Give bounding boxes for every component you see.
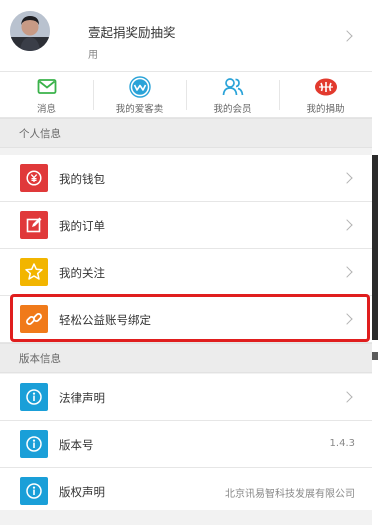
menu-item-label: 我的订单 [59, 219, 105, 233]
section-header-personal: 个人信息 [0, 118, 372, 148]
copyright-holder: 北京讯易智科技发展有限公司 [225, 489, 355, 500]
members-icon [221, 76, 245, 98]
donation-icon [314, 76, 338, 98]
menu-item-label: 我的关注 [59, 266, 105, 280]
highlight-box [10, 294, 370, 342]
page-bottom-spacer [0, 510, 372, 525]
profile-page: 壹起捐奖励抽奖 用 消息 我的爱客卖 我的会员 我的捐助 个人信息 我的钱包 我… [0, 0, 372, 525]
message-icon [35, 76, 59, 98]
version-number: 1.4.3 [329, 438, 355, 449]
nav-label: 我的会员 [213, 104, 252, 115]
nav-label: 我的爱客卖 [115, 104, 164, 115]
menu-item-label: 我的钱包 [59, 172, 105, 186]
menu-item-orders[interactable]: 我的订单 [0, 202, 372, 249]
info-icon [20, 383, 48, 411]
menu-item-wallet[interactable]: 我的钱包 [0, 155, 372, 202]
menu-item-label: 版本号 [59, 438, 94, 452]
chevron-right-icon [341, 266, 353, 278]
nav-donations[interactable]: 我的捐助 [279, 72, 372, 117]
profile-name: 壹起捐奖励抽奖 [88, 25, 176, 40]
menu-item-version: 版本号 1.4.3 [0, 421, 372, 468]
nav-label: 消息 [36, 104, 56, 115]
quick-nav: 消息 我的爱客卖 我的会员 我的捐助 [0, 72, 372, 118]
avatar-image [10, 11, 50, 51]
chevron-right-icon [341, 172, 353, 184]
page-edge-strip [372, 0, 378, 525]
info-icon [20, 430, 48, 458]
avatar[interactable] [10, 11, 50, 51]
menu-item-follows[interactable]: 我的关注 [0, 249, 372, 296]
nav-label: 我的捐助 [306, 104, 345, 115]
section-header-version: 版本信息 [0, 343, 372, 373]
aikemai-icon [128, 76, 152, 98]
info-icon [20, 477, 48, 505]
nav-members[interactable]: 我的会员 [186, 72, 279, 117]
profile-header[interactable]: 壹起捐奖励抽奖 用 [0, 0, 372, 72]
nav-messages[interactable]: 消息 [0, 72, 93, 117]
chevron-right-icon [341, 219, 353, 231]
menu-item-label: 版权声明 [59, 485, 105, 499]
profile-subtitle: 用 [88, 50, 98, 61]
wallet-icon [20, 164, 48, 192]
menu-item-label: 法律声明 [59, 391, 105, 405]
chevron-right-icon [341, 30, 353, 42]
order-icon [20, 211, 48, 239]
star-icon [20, 258, 48, 286]
menu-item-legal[interactable]: 法律声明 [0, 374, 372, 421]
nav-aikemai[interactable]: 我的爱客卖 [93, 72, 186, 117]
menu-item-copyright: 版权声明 北京讯易智科技发展有限公司 [0, 468, 372, 515]
chevron-right-icon [341, 391, 353, 403]
